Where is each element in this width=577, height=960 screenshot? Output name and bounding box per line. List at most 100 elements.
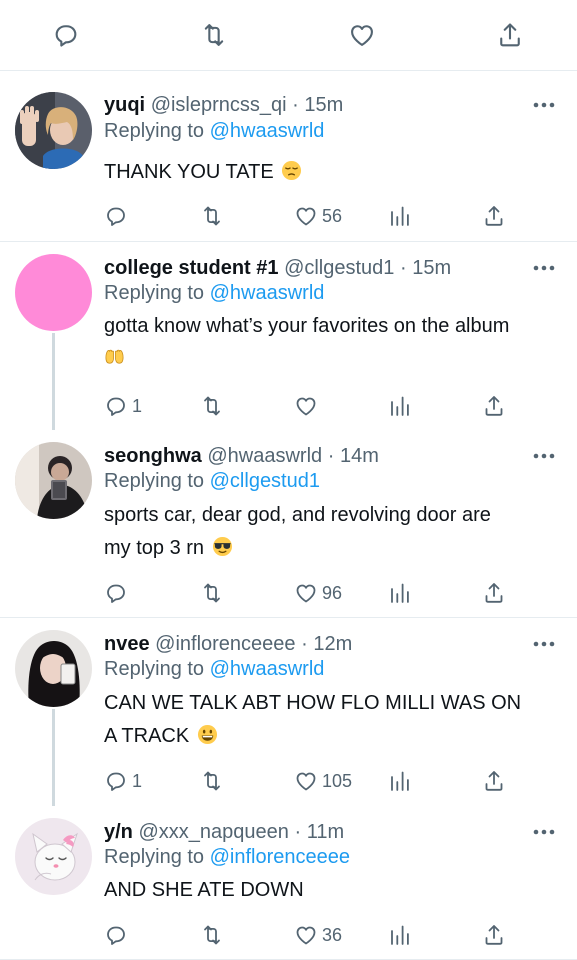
tweet-text: gotta know what’s your favorites on the … [104,310,564,376]
mention-link[interactable]: @hwaaswrld [210,120,325,142]
analytics-icon [391,396,409,416]
analytics-button[interactable] [388,580,412,606]
analytics-button[interactable] [388,393,412,419]
timestamp[interactable]: 15m [412,257,451,279]
username[interactable]: @hwaaswrld [207,445,322,467]
analytics-button[interactable] [388,922,412,948]
retweet-icon [204,206,220,226]
avatar[interactable] [15,254,92,331]
reply-icon [107,397,125,416]
reply-count: 1 [132,770,143,791]
display-name[interactable]: y/n [104,821,133,843]
mention-link[interactable]: @hwaaswrld [210,658,325,680]
tweet-actions: 36 [104,922,524,948]
tweet-actions: 1 [104,393,524,419]
heart-icon [296,772,316,791]
share-button[interactable] [482,580,506,606]
reply-icon[interactable] [52,21,80,49]
share-icon[interactable] [496,21,524,49]
more-options-icon[interactable] [531,446,557,466]
share-button[interactable] [482,203,506,229]
display-name[interactable]: seonghwa [104,445,202,467]
like-button[interactable] [294,393,322,419]
username[interactable]: @inflorenceeee [155,633,295,655]
reply-button[interactable]: 1 [104,768,142,794]
like-button[interactable]: 36 [294,922,342,948]
tweet-text-line: A TRACK [104,725,190,747]
tweet[interactable]: seonghwa @hwaaswrld · 14m Replying to @c… [0,430,577,618]
timestamp[interactable]: 14m [340,445,379,467]
heart-icon [296,584,316,603]
timestamp[interactable]: 15m [304,94,343,116]
more-options-icon[interactable] [531,634,557,654]
reply-button[interactable] [104,580,132,606]
timestamp[interactable]: 12m [313,633,352,655]
display-name[interactable]: yuqi [104,94,145,116]
tweet-text: CAN WE TALK ABT HOW FLO MILLI WAS ON A T… [104,687,564,753]
retweet-icon [204,771,220,791]
tweet-text-content: gotta know what’s your favorites on the … [104,315,510,337]
share-button[interactable] [482,922,506,948]
mention-link[interactable]: @cllgestud1 [210,470,320,492]
retweet-button[interactable] [200,580,224,606]
username[interactable]: @xxx_napqueen [138,821,288,843]
heart-icon [296,397,316,416]
tweet[interactable]: nvee @inflorenceeee · 12m Replying to @h… [0,618,577,806]
avatar[interactable] [15,818,92,895]
more-options-icon[interactable] [531,258,557,278]
tweet[interactable]: yuqi @isleprncss_qi · 15m Replying to @h… [0,72,577,242]
more-options-icon[interactable] [531,95,557,115]
retweet-button[interactable] [200,768,224,794]
username[interactable]: @isleprncss_qi [151,94,287,116]
display-name[interactable]: nvee [104,633,150,655]
like-button[interactable]: 105 [294,768,352,794]
analytics-button[interactable] [388,768,412,794]
reply-button[interactable] [104,203,132,229]
separator-dot: · [327,445,335,467]
avatar[interactable] [15,92,92,169]
share-button[interactable] [482,393,506,419]
retweet-icon [204,583,220,603]
replying-to: Replying to @hwaaswrld [104,118,324,144]
tweet[interactable]: y/n @xxx_napqueen · 11m Replying to @inf… [0,806,577,960]
retweet-button[interactable] [200,393,224,419]
analytics-icon [391,771,409,791]
tweet-actions: 1 105 [104,768,524,794]
heart-icon[interactable] [348,21,376,49]
replying-to-label: Replying to [104,120,205,142]
avatar[interactable] [15,630,92,707]
share-icon [485,925,503,945]
display-name[interactable]: college student #1 [104,257,279,279]
sunglasses-face-emoji-icon [212,535,233,557]
timestamp[interactable]: 11m [307,821,344,843]
retweet-icon [204,925,220,945]
like-button[interactable]: 56 [294,203,342,229]
pensive-face-emoji-icon [281,159,302,181]
retweet-button[interactable] [200,922,224,948]
mention-link[interactable]: @inflorenceeee [210,846,350,868]
tweet-text: AND SHE ATE DOWN [104,874,564,907]
analytics-button[interactable] [388,203,412,229]
reply-button[interactable]: 1 [104,393,142,419]
avatar[interactable] [15,442,92,519]
tweet-text-line: my top 3 rn [104,537,205,559]
retweet-icon[interactable] [200,21,228,49]
tweet[interactable]: college student #1 @cllgestud1 · 15m Rep… [0,242,577,430]
retweet-button[interactable] [200,203,224,229]
like-button[interactable]: 96 [294,580,342,606]
share-button[interactable] [482,768,506,794]
replying-to: Replying to @hwaaswrld [104,280,324,306]
like-count: 105 [322,770,353,791]
reply-button[interactable] [104,922,132,948]
thread-line [52,333,55,430]
replying-to-label: Replying to [104,846,205,868]
tweet-text-content: THANK YOU TATE [104,161,274,183]
username[interactable]: @cllgestud1 [284,257,394,279]
heart-icon [296,207,316,226]
tweet-text-content: AND SHE ATE DOWN [104,879,304,901]
top-action-bar [0,0,577,71]
more-options-icon[interactable] [531,822,557,842]
mention-link[interactable]: @hwaaswrld [210,282,325,304]
replying-to: Replying to @cllgestud1 [104,468,320,494]
thread-line [52,709,55,806]
